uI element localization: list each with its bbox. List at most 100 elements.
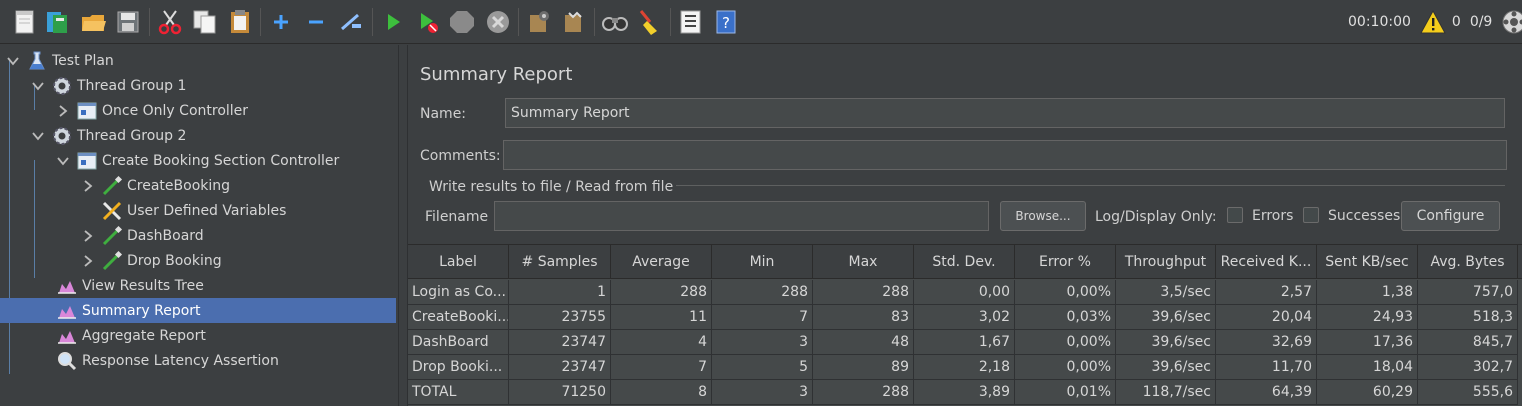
function-helper-icon[interactable] (676, 7, 706, 37)
name-field[interactable]: Summary Report (505, 98, 1505, 128)
tree-item-label: User Defined Variables (127, 202, 287, 219)
tree-item-response-latency-assertion[interactable]: Response Latency Assertion (56, 348, 279, 373)
tree-item-aggregate-report[interactable]: Aggregate Report (56, 323, 206, 348)
active-threads: 0/9 (1469, 14, 1493, 30)
table-cell: 18,04 (1317, 355, 1418, 380)
column-header[interactable]: Average (611, 245, 712, 279)
split-pane-divider[interactable] (398, 45, 408, 406)
chevron-right-icon[interactable] (56, 104, 70, 118)
toolbar-separator (372, 8, 373, 36)
tree-item-user-defined-variables[interactable]: User Defined Variables (101, 198, 286, 223)
shutdown-icon[interactable] (483, 7, 513, 37)
open-icon[interactable] (79, 7, 109, 37)
svg-text:?: ? (722, 14, 730, 32)
column-header[interactable]: Avg. Bytes (1418, 245, 1518, 279)
chevron-right-icon[interactable] (81, 254, 95, 268)
tree-item-dashboard[interactable]: DashBoard (81, 223, 204, 248)
tree-item-once-only-controller[interactable]: Once Only Controller (56, 98, 248, 123)
column-header[interactable]: Received K... (1216, 245, 1317, 279)
paste-icon[interactable] (225, 7, 255, 37)
table-row[interactable]: CreateBooki... 23755 11 7 83 3,02 0,03% 39,6/se… (408, 305, 1522, 330)
threads-icon (1501, 9, 1522, 35)
chevron-down-icon[interactable] (31, 79, 45, 93)
summary-table: Label # Samples Average Min Max Std. Dev. Erro… (408, 244, 1522, 406)
column-header[interactable]: Error % (1015, 245, 1116, 279)
chevron-down-icon[interactable] (31, 129, 45, 143)
tree-item-view-results-tree[interactable]: View Results Tree (56, 273, 204, 298)
table-cell: DashBoard (408, 330, 509, 355)
table-cell: 48 (813, 330, 914, 355)
save-icon[interactable] (113, 7, 143, 37)
table-row[interactable]: DashBoard 23747 4 3 48 1,67 0,00% 39,6/sec 32,69… (408, 330, 1522, 355)
gear-icon (51, 75, 73, 97)
tools-icon (101, 200, 123, 222)
column-header[interactable]: Label (408, 245, 509, 279)
tree-item-thread-group-1[interactable]: Thread Group 1 (31, 73, 186, 98)
column-header[interactable]: Max (813, 245, 914, 279)
toolbar-separator (149, 8, 150, 36)
filename-field[interactable] (494, 201, 989, 231)
tree-item-create-booking-section-controller[interactable]: Create Booking Section Controller (56, 148, 339, 173)
chevron-right-icon[interactable] (81, 229, 95, 243)
remote-start-all-icon[interactable] (524, 7, 554, 37)
tree-item-thread-group-2[interactable]: Thread Group 2 (31, 123, 186, 148)
cut-icon[interactable] (155, 7, 185, 37)
column-header[interactable]: # Samples (509, 245, 611, 279)
start-no-pauses-icon[interactable] (413, 7, 443, 37)
clear-all-icon[interactable] (635, 7, 665, 37)
help-icon[interactable]: ? (711, 7, 741, 37)
table-cell: 288 (813, 280, 914, 305)
browse-button[interactable]: Browse... (1000, 201, 1086, 231)
chevron-right-icon[interactable] (81, 179, 95, 193)
start-icon[interactable] (378, 7, 408, 37)
column-header[interactable]: Sent KB/sec (1317, 245, 1418, 279)
comments-field[interactable] (503, 140, 1507, 170)
table-cell: 7 (712, 305, 813, 330)
stop-icon[interactable] (447, 7, 477, 37)
table-cell: 8 (611, 380, 712, 405)
table-row[interactable]: Login as Co... 1 288 288 288 0,00 0,00% 3,5/sec… (408, 280, 1522, 305)
copy-icon[interactable] (190, 7, 220, 37)
tree-item-label: Response Latency Assertion (82, 352, 279, 369)
templates-icon[interactable] (43, 7, 73, 37)
chevron-down-icon[interactable] (6, 54, 20, 68)
chevron-down-icon[interactable] (56, 154, 70, 168)
table-cell: 118,7/sec (1116, 380, 1216, 405)
table-row[interactable]: TOTAL 71250 8 3 288 3,89 0,01% 118,7/sec 64,39 60… (408, 380, 1522, 405)
table-cell: 288 (712, 280, 813, 305)
toolbar-separator (670, 8, 671, 36)
table-cell: 302,7 (1418, 355, 1518, 380)
table-cell: 11,70 (1216, 355, 1317, 380)
search-icon[interactable] (600, 7, 630, 37)
tree-guide-line (9, 59, 10, 374)
tree-item-summary-report[interactable]: Summary Report (0, 298, 396, 323)
remote-stop-all-icon[interactable] (559, 7, 589, 37)
table-cell: 1,38 (1317, 280, 1418, 305)
toolbar: ? 00:10:00 0 0/9 (0, 0, 1522, 44)
table-cell: 83 (813, 305, 914, 330)
table-row[interactable]: Drop Booki... 23747 7 5 89 2,18 0,00% 39,6/sec 1… (408, 355, 1522, 380)
table-cell: 555,6 (1418, 380, 1518, 405)
toggle-icon[interactable] (336, 7, 366, 37)
table-cell: 23747 (509, 330, 611, 355)
column-header[interactable]: Throughput (1116, 245, 1216, 279)
collapse-icon[interactable] (301, 7, 331, 37)
new-plan-icon[interactable] (10, 7, 40, 37)
configure-button[interactable]: Configure (1401, 201, 1500, 231)
table-cell: 32,69 (1216, 330, 1317, 355)
successes-checkbox[interactable] (1303, 207, 1319, 223)
warning-icon[interactable] (1420, 9, 1446, 35)
tree-item-drop-booking[interactable]: Drop Booking (81, 248, 222, 273)
expand-icon[interactable] (266, 7, 296, 37)
table-cell: 23747 (509, 355, 611, 380)
tree-item-createbooking[interactable]: CreateBooking (81, 173, 230, 198)
column-header[interactable]: Std. Dev. (914, 245, 1015, 279)
pipette-icon (101, 225, 123, 247)
table-cell: 288 (611, 280, 712, 305)
errors-checkbox[interactable] (1227, 207, 1243, 223)
listener-icon (56, 325, 78, 347)
tree-item-test-plan[interactable]: Test Plan (6, 48, 114, 73)
column-header[interactable]: Min (712, 245, 813, 279)
comments-label: Comments: (420, 148, 501, 164)
table-cell: 71250 (509, 380, 611, 405)
